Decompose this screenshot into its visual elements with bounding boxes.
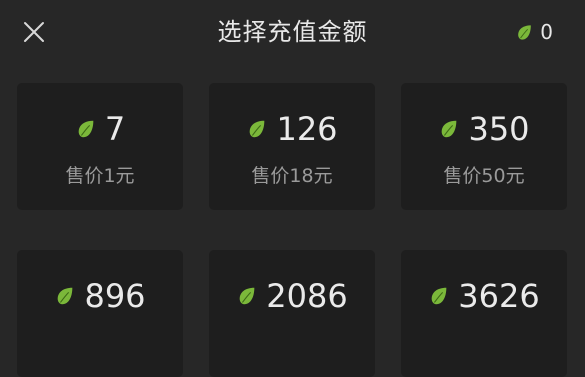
amount-value: 2086 (266, 277, 348, 315)
recharge-option-card[interactable]: 126 售价18元 (209, 83, 375, 210)
amount-row: 3626 (401, 276, 567, 316)
leaf-icon (246, 118, 268, 140)
header: 选择充值金额 0 (0, 0, 585, 66)
balance-indicator: 0 (515, 20, 553, 44)
recharge-option-card[interactable]: 896 (17, 250, 183, 377)
amount-row: 2086 (209, 276, 375, 316)
amount-row: 7 (17, 109, 183, 149)
recharge-option-card[interactable]: 7 售价1元 (17, 83, 183, 210)
leaf-icon (515, 23, 534, 42)
recharge-option-card[interactable]: 2086 (209, 250, 375, 377)
leaf-icon (438, 118, 460, 140)
amount-row: 896 (17, 276, 183, 316)
price-label: 售价50元 (443, 165, 525, 187)
price-label: 售价1元 (65, 165, 135, 187)
leaf-icon (75, 118, 97, 140)
amount-value: 7 (104, 110, 126, 148)
leaf-icon (428, 285, 450, 307)
leaf-icon (236, 285, 258, 307)
price-label: 售价18元 (251, 165, 333, 187)
amount-row: 126 (209, 109, 375, 149)
amount-value: 3626 (458, 277, 540, 315)
amount-row: 350 (401, 109, 567, 149)
amount-value: 126 (276, 110, 338, 148)
leaf-icon (54, 285, 76, 307)
amount-value: 896 (84, 277, 146, 315)
recharge-option-card[interactable]: 350 售价50元 (401, 83, 567, 210)
amount-value: 350 (468, 110, 530, 148)
balance-value: 0 (540, 20, 553, 44)
page-title: 选择充值金额 (217, 18, 368, 46)
recharge-option-card[interactable]: 3626 (401, 250, 567, 377)
